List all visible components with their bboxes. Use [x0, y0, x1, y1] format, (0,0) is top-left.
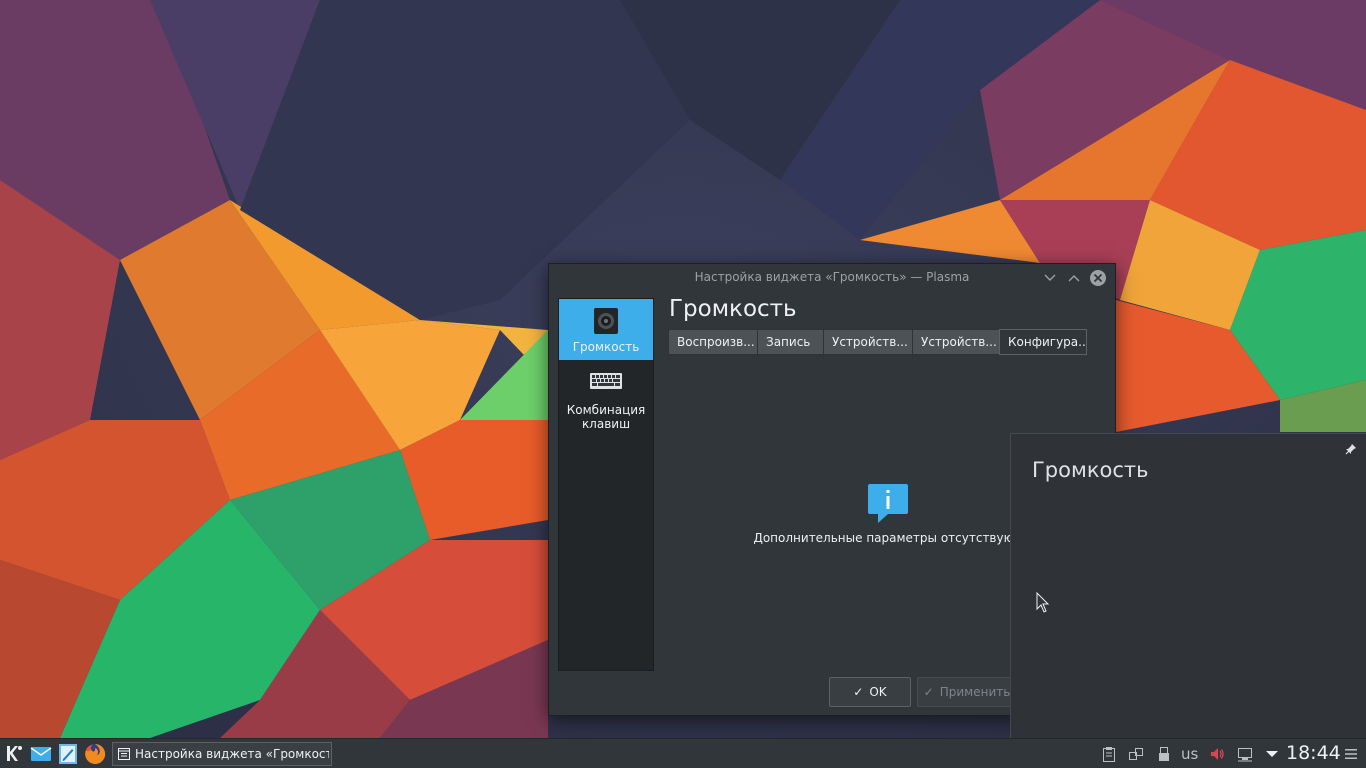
close-button[interactable] — [1089, 269, 1107, 287]
apply-button-label: Применить — [939, 685, 1011, 699]
text-editor-launcher-button[interactable] — [57, 743, 79, 765]
network-icon[interactable] — [1237, 746, 1253, 762]
taskbar: Настройка виджета «Громкость» — Plasma u… — [0, 738, 1366, 768]
check-icon: ✓ — [853, 685, 864, 699]
tray-expand-arrow-icon[interactable] — [1264, 746, 1280, 762]
hamburger-menu-icon[interactable] — [1343, 746, 1359, 762]
maximize-button[interactable] — [1065, 269, 1083, 287]
page-title: Громкость — [669, 296, 797, 322]
dialog-titlebar[interactable]: Настройка виджета «Громкость» — Plasma — [549, 264, 1115, 292]
pin-icon[interactable] — [1345, 443, 1357, 458]
application-launcher-button[interactable] — [3, 743, 25, 765]
task-item-settings-dialog[interactable]: Настройка виджета «Громкость» — Plasma — [112, 742, 332, 766]
info-message: Дополнительные параметры отсутствуют. — [753, 531, 1025, 545]
removable-device-icon[interactable] — [1156, 746, 1172, 762]
mail-launcher-button[interactable] — [30, 743, 52, 765]
tab-bar: Воспроизв... Запись Устройств... Устройс… — [668, 329, 1087, 355]
apply-button[interactable]: ✓ Применить — [917, 677, 1017, 707]
sidebar-item-volume[interactable]: Громкость — [559, 299, 653, 360]
volume-popup: Громкость — [1010, 433, 1366, 738]
tab-recording[interactable]: Запись — [757, 329, 823, 355]
info-icon — [868, 484, 908, 527]
dialog-title: Настройка виджета «Громкость» — Plasma — [694, 270, 970, 284]
clipboard-icon[interactable] — [1101, 746, 1117, 762]
kde-logo-icon — [7, 746, 22, 761]
keyboard-layout-indicator[interactable]: us — [1181, 745, 1198, 763]
ok-button-label: OK — [869, 685, 887, 699]
tab-playback[interactable]: Воспроизв... — [668, 329, 757, 355]
digital-clock[interactable]: 18:44 — [1286, 742, 1341, 764]
firefox-icon — [85, 743, 106, 764]
speaker-icon — [594, 308, 618, 337]
check-icon: ✓ — [923, 685, 934, 699]
chevron-up-icon — [1068, 275, 1080, 282]
keyboard-icon — [590, 371, 622, 394]
kdeconnect-icon[interactable] — [1128, 746, 1144, 762]
window-icon — [118, 748, 130, 763]
tab-input-devices[interactable]: Устройств... — [912, 329, 999, 355]
close-icon — [1090, 270, 1106, 286]
mouse-cursor-icon — [1036, 591, 1050, 617]
mail-icon — [30, 747, 52, 761]
tab-configuration[interactable]: Конфигура... — [999, 329, 1087, 355]
minimize-button[interactable] — [1041, 269, 1059, 287]
task-item-label: Настройка виджета «Громкость» — Plasma — [135, 747, 329, 761]
sidebar-item-label: Громкость — [572, 340, 640, 354]
popup-title: Громкость — [1032, 458, 1149, 482]
volume-icon[interactable] — [1209, 746, 1225, 762]
sidebar-item-label: Комбинация клавиш — [566, 403, 646, 431]
sidebar-item-shortcuts[interactable]: Комбинация клавиш — [559, 367, 653, 433]
chevron-down-icon — [1044, 274, 1056, 281]
tab-output-devices[interactable]: Устройств... — [823, 329, 912, 355]
settings-sidebar: Громкость Комбинация клавиш — [558, 298, 654, 671]
ok-button[interactable]: ✓ OK — [829, 677, 911, 707]
text-editor-icon — [59, 744, 77, 764]
firefox-launcher-button[interactable] — [84, 743, 106, 765]
